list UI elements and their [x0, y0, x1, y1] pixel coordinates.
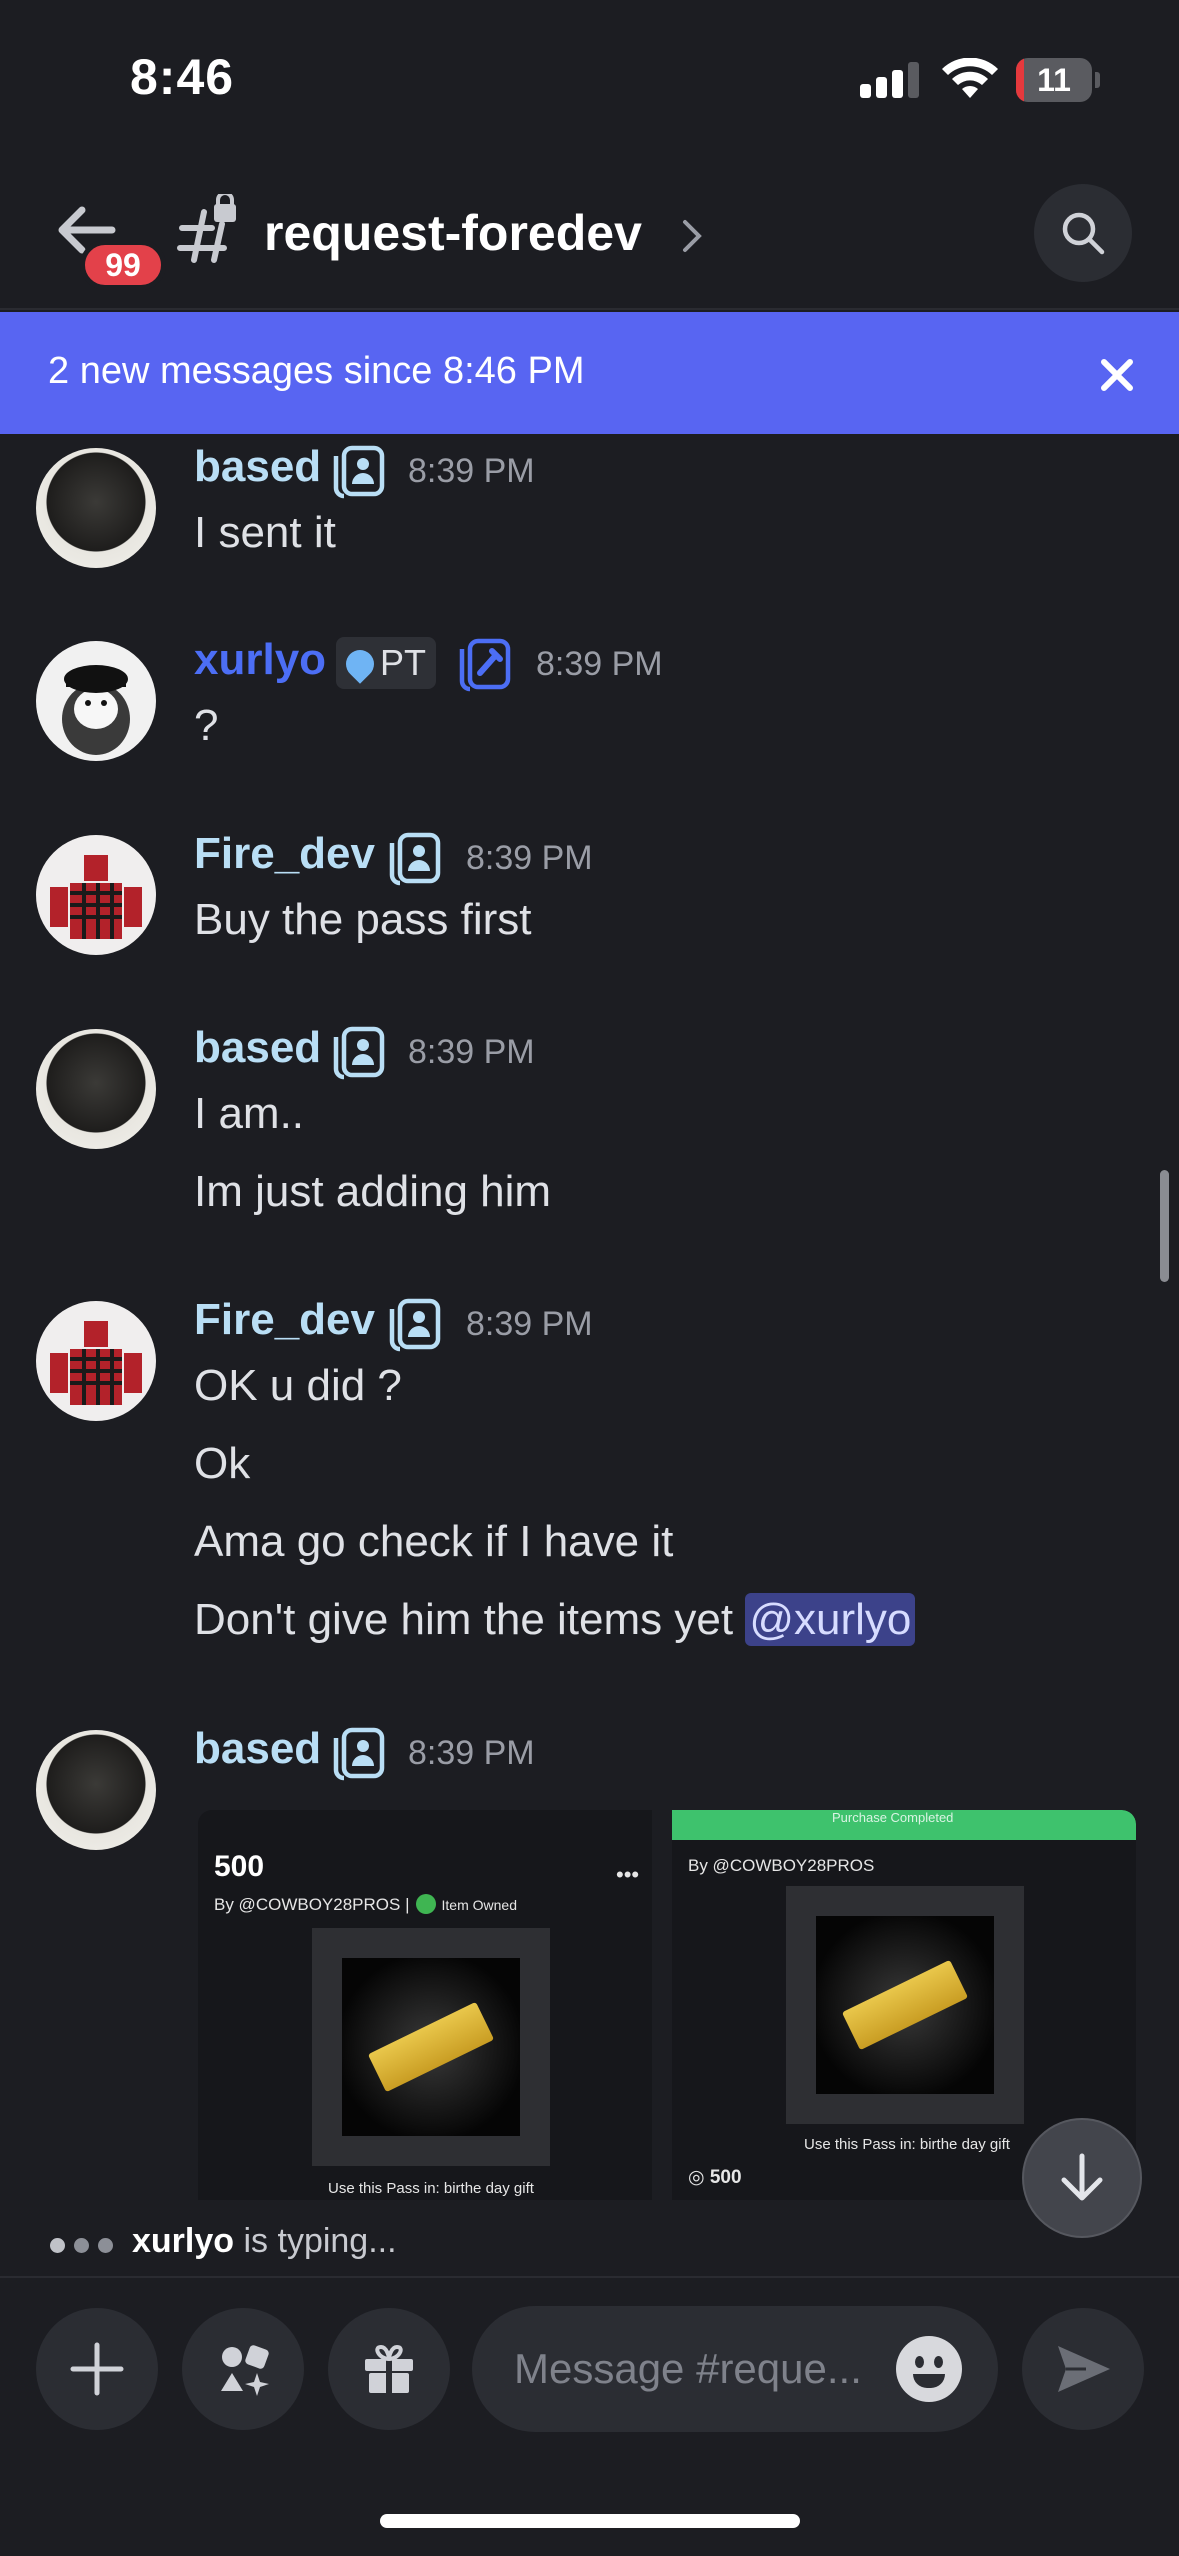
- typing-indicator: xurlyo is typing...: [0, 2214, 1179, 2274]
- avatar[interactable]: [36, 835, 156, 955]
- message-text: OK u did ?: [194, 1361, 402, 1410]
- author-name[interactable]: Fire_dev: [194, 829, 375, 879]
- locked-hash-icon: [177, 194, 236, 263]
- avatar[interactable]: [36, 1029, 156, 1149]
- channel-header: 99 request-foredev: [0, 160, 1179, 310]
- unread-badge: 99: [80, 240, 166, 290]
- message-text: Ama go check if I have it: [194, 1517, 674, 1566]
- server-tag-label: PT: [380, 642, 427, 683]
- message-input-container[interactable]: [472, 2306, 998, 2432]
- message-input[interactable]: [514, 2336, 894, 2402]
- staff-role-icon: [459, 638, 511, 692]
- channel-title[interactable]: request-foredev: [264, 204, 642, 262]
- avatar[interactable]: [36, 641, 156, 761]
- chevron-right-icon[interactable]: [680, 216, 704, 256]
- moderator-role-icon: [333, 445, 385, 499]
- moderator-role-icon: [389, 1298, 441, 1352]
- battery-indicator: 11: [1016, 58, 1100, 102]
- user-mention[interactable]: @xurlyo: [745, 1593, 916, 1646]
- cellular-signal-icon: [860, 62, 920, 98]
- timestamp: 8:39 PM: [408, 1033, 535, 1071]
- gift-button[interactable]: [328, 2308, 450, 2430]
- pass-icon: [367, 2001, 495, 2093]
- moderator-role-icon: [389, 832, 441, 886]
- gift-icon: [365, 2344, 413, 2393]
- message-text: I am..: [194, 1089, 305, 1138]
- pass-icon: [841, 1959, 969, 2051]
- timestamp: 8:39 PM: [408, 1734, 535, 1772]
- home-indicator[interactable]: [380, 2514, 800, 2528]
- message-text: ?: [194, 701, 219, 750]
- timestamp: 8:39 PM: [466, 1305, 593, 1343]
- creator-text: By @COWBOY28PROS |: [214, 1895, 410, 1914]
- author-name[interactable]: based: [194, 1023, 321, 1073]
- server-tag[interactable]: PT: [336, 637, 437, 689]
- author-name[interactable]: based: [194, 1724, 321, 1774]
- more-options-icon: •••: [616, 1862, 640, 1887]
- search-button[interactable]: [1034, 184, 1132, 282]
- avatar[interactable]: [36, 1301, 156, 1421]
- timestamp: 8:39 PM: [536, 645, 663, 683]
- pass-thumbnail: [786, 1886, 1024, 2124]
- moderator-role-icon: [333, 1727, 385, 1781]
- owned-label: Item Owned: [441, 1897, 517, 1913]
- pass-thumbnail: [312, 1928, 550, 2166]
- image-attachment[interactable]: 500 ••• By @COWBOY28PROS | Item Owned Use…: [198, 1810, 652, 2200]
- typing-status: is typing...: [234, 2222, 397, 2260]
- moderator-role-icon: [333, 1026, 385, 1080]
- message-text: Buy the pass first: [194, 895, 532, 944]
- pass-usage: Use this Pass in: birthe day gift: [328, 2180, 534, 2197]
- avatar[interactable]: [36, 448, 156, 568]
- pass-usage: Use this Pass in: birthe day gift: [804, 2136, 1010, 2153]
- pass-price: 500: [214, 1850, 265, 1883]
- plus-icon: [70, 2342, 124, 2396]
- arrow-down-icon: [1061, 2153, 1103, 2201]
- purchase-banner-text: Purchase Completed: [832, 1810, 954, 1825]
- clock: 8:46: [130, 49, 235, 105]
- author-name[interactable]: based: [194, 442, 321, 492]
- typing-user: xurlyo: [132, 2222, 235, 2260]
- new-messages-text: 2 new messages since 8:46 PM: [48, 350, 585, 392]
- author-name[interactable]: Fire_dev: [194, 1295, 375, 1345]
- message-text: I sent it: [194, 508, 336, 557]
- new-messages-banner[interactable]: 2 new messages since 8:46 PM: [0, 312, 1179, 434]
- scrollbar[interactable]: [1160, 1170, 1169, 1282]
- message-text-segment: Don't give him the items yet: [194, 1595, 734, 1644]
- purchase-banner: Purchase Completed: [672, 1810, 1136, 1840]
- pass-price: ◎ 500: [688, 2167, 742, 2188]
- apps-button[interactable]: [182, 2308, 304, 2430]
- add-attachment-button[interactable]: [36, 2308, 158, 2430]
- send-button[interactable]: [1022, 2308, 1144, 2430]
- battery-level: 11: [1037, 62, 1071, 98]
- avatar[interactable]: [36, 1730, 156, 1850]
- typing-text: xurlyo is typing...: [132, 2222, 397, 2261]
- search-icon: [1062, 212, 1105, 255]
- author-name[interactable]: xurlyo: [194, 635, 326, 685]
- emoji-icon[interactable]: [896, 2336, 962, 2402]
- check-icon: [415, 1894, 436, 1914]
- timestamp: 8:39 PM: [408, 452, 535, 490]
- message-text: Im just adding him: [194, 1167, 552, 1216]
- droplet-icon: [340, 644, 380, 684]
- status-bar: 8:46 11: [0, 0, 1179, 160]
- price-value: 500: [709, 2167, 742, 2188]
- message-text: Ok: [194, 1439, 251, 1488]
- pass-creator: By @COWBOY28PROS | Item Owned: [214, 1894, 517, 1915]
- wifi-icon: [942, 58, 998, 98]
- message-text: Don't give him the items yet @xurlyo: [194, 1593, 916, 1646]
- timestamp: 8:39 PM: [466, 839, 593, 877]
- send-icon: [1058, 2346, 1110, 2392]
- close-icon[interactable]: [1098, 356, 1136, 394]
- apps-icon: [221, 2345, 269, 2396]
- pass-creator: By @COWBOY28PROS: [688, 1856, 875, 1875]
